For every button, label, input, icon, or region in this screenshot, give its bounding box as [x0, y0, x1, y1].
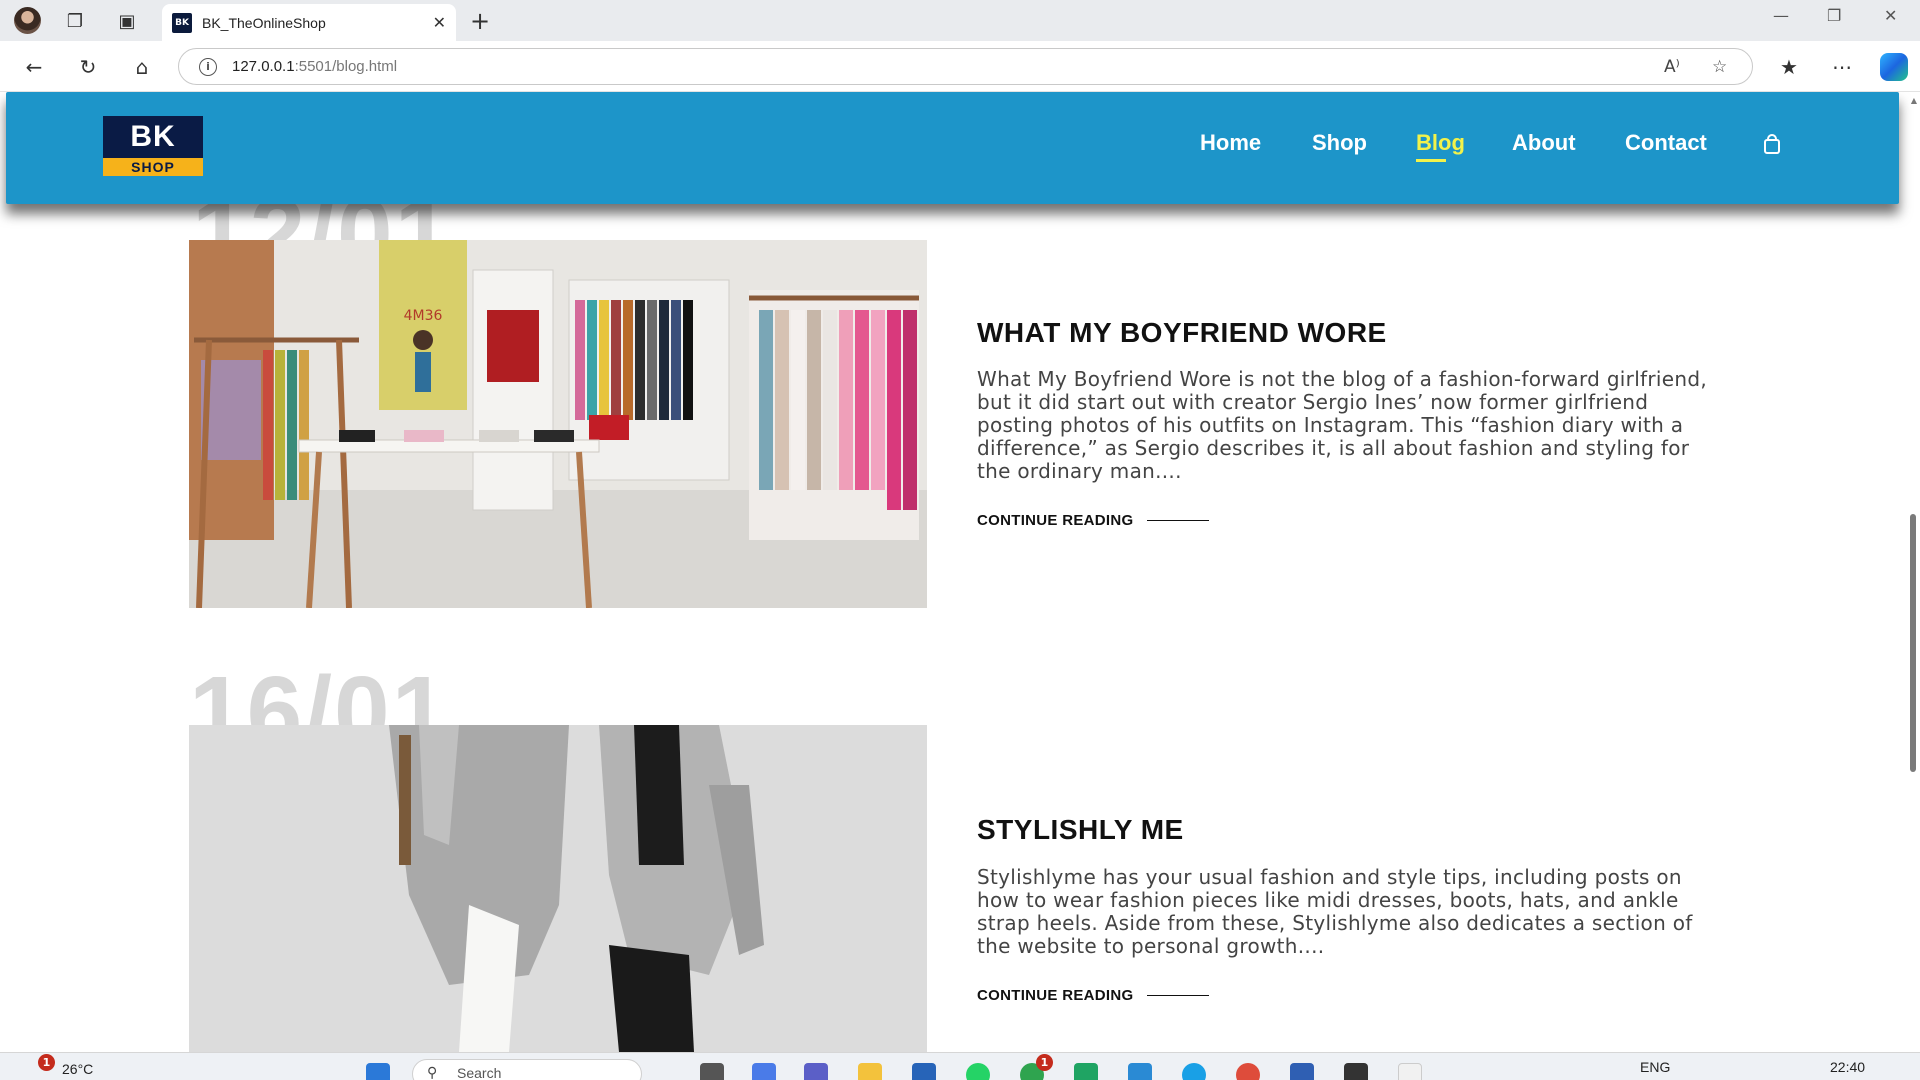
- nav-blog[interactable]: Blog: [1416, 130, 1465, 162]
- read-aloud-icon[interactable]: A⁾: [1664, 57, 1680, 77]
- snipping-tool-icon[interactable]: [1398, 1063, 1422, 1080]
- address-bar[interactable]: i 127.0.0.1:5501/blog.html A⁾ ☆: [178, 48, 1753, 85]
- tab-favicon: BK: [172, 12, 192, 33]
- continue-reading-link[interactable]: CONTINUE READING: [977, 512, 1210, 529]
- site-info-icon[interactable]: i: [199, 57, 217, 76]
- browser-tab-strip: ❐ ▣ BK BK_TheOnlineShop ✕ + — ❐ ✕: [0, 0, 1920, 41]
- continue-reading-link[interactable]: CONTINUE READING: [977, 987, 1210, 1004]
- continue-reading-label: CONTINUE READING: [977, 512, 1134, 529]
- whatsapp-badge: 1: [1036, 1054, 1053, 1071]
- temperature[interactable]: 26°C: [62, 1061, 93, 1077]
- profile-avatar[interactable]: [14, 7, 41, 34]
- read-more-line: [1147, 519, 1210, 522]
- chrome-icon[interactable]: [1236, 1063, 1260, 1080]
- search-icon: ⚲: [427, 1065, 438, 1080]
- start-icon[interactable]: [366, 1063, 390, 1080]
- language-indicator[interactable]: ENG: [1640, 1059, 1670, 1075]
- task-view-icon[interactable]: [700, 1063, 724, 1080]
- browser-tab[interactable]: BK BK_TheOnlineShop ✕: [162, 4, 456, 41]
- scroll-thumb[interactable]: [1910, 514, 1916, 772]
- page-scrollbar[interactable]: ▲: [1906, 92, 1920, 1052]
- edge-icon[interactable]: [1182, 1063, 1206, 1080]
- post-title[interactable]: WHAT MY BOYFRIEND WORE: [977, 317, 1387, 349]
- whatsapp-icon[interactable]: [966, 1063, 990, 1080]
- poster-text: 4M36: [404, 308, 443, 324]
- page-viewport: BK SHOP Home Shop Blog About Contact 12/…: [0, 92, 1920, 1052]
- new-tab-icon[interactable]: +: [470, 7, 490, 35]
- post-title[interactable]: STYLISHLY ME: [977, 814, 1184, 846]
- site-header: BK SHOP Home Shop Blog About Contact: [6, 92, 1899, 204]
- tab-title: BK_TheOnlineShop: [202, 14, 326, 31]
- search-placeholder: Search: [457, 1065, 502, 1080]
- site-logo[interactable]: BK SHOP: [103, 116, 203, 176]
- logo-bottom-text: SHOP: [103, 158, 203, 176]
- read-more-line: [1147, 994, 1210, 997]
- more-options-icon[interactable]: ⋯: [1828, 53, 1856, 81]
- home-icon[interactable]: ⌂: [128, 53, 156, 81]
- copilot-icon[interactable]: [1880, 53, 1908, 81]
- workspaces-icon[interactable]: ❐: [62, 8, 88, 34]
- restore-icon[interactable]: ❐: [1827, 6, 1841, 25]
- browser-toolbar: ← ↻ ⌂ i 127.0.0.1:5501/blog.html A⁾ ☆ ★ …: [0, 41, 1920, 92]
- terminal-icon[interactable]: [1344, 1063, 1368, 1080]
- fashion-models-illustration: [189, 725, 927, 1052]
- file-explorer-icon[interactable]: [858, 1063, 882, 1080]
- post-excerpt: Stylishlyme has your usual fashion and s…: [977, 865, 1693, 958]
- clock-time[interactable]: 22:40: [1830, 1059, 1865, 1075]
- weather-badge: 1: [38, 1054, 55, 1071]
- scroll-up-icon[interactable]: ▲: [1911, 96, 1917, 105]
- windows-taskbar: 1 26°C ⚲ Search 1 ENG 22:40: [0, 1052, 1920, 1080]
- close-tab-icon[interactable]: ✕: [433, 13, 446, 32]
- taskbar-search[interactable]: ⚲ Search: [412, 1059, 642, 1080]
- nav-contact[interactable]: Contact: [1625, 130, 1707, 156]
- minimize-icon[interactable]: —: [1773, 6, 1789, 25]
- favorite-star-icon[interactable]: ☆: [1712, 57, 1727, 77]
- word-icon[interactable]: [1290, 1063, 1314, 1080]
- url-text: 127.0.0.1:5501/blog.html: [232, 58, 398, 75]
- shopping-bag-icon[interactable]: [1763, 134, 1781, 154]
- teams-icon[interactable]: [804, 1063, 828, 1080]
- post-image-store[interactable]: 4M36: [189, 240, 927, 608]
- post-image-models[interactable]: [189, 725, 927, 1052]
- vertical-tabs-icon[interactable]: ▣: [114, 8, 140, 34]
- refresh-icon[interactable]: ↻: [74, 53, 102, 81]
- clothing-store-illustration: 4M36: [189, 240, 927, 608]
- vscode-icon[interactable]: [1128, 1063, 1152, 1080]
- continue-reading-label: CONTINUE READING: [977, 987, 1134, 1004]
- logo-top-text: BK: [103, 116, 203, 158]
- nav-home[interactable]: Home: [1200, 130, 1261, 156]
- nav-about[interactable]: About: [1512, 130, 1576, 156]
- drive-icon[interactable]: [1074, 1063, 1098, 1080]
- back-icon[interactable]: ←: [20, 53, 48, 81]
- close-window-icon[interactable]: ✕: [1884, 6, 1897, 25]
- store-icon[interactable]: [912, 1063, 936, 1080]
- nav-shop[interactable]: Shop: [1312, 130, 1367, 156]
- copilot-app-icon[interactable]: [752, 1063, 776, 1080]
- favorites-icon[interactable]: ★: [1775, 53, 1803, 81]
- post-excerpt: What My Boyfriend Wore is not the blog o…: [977, 367, 1708, 483]
